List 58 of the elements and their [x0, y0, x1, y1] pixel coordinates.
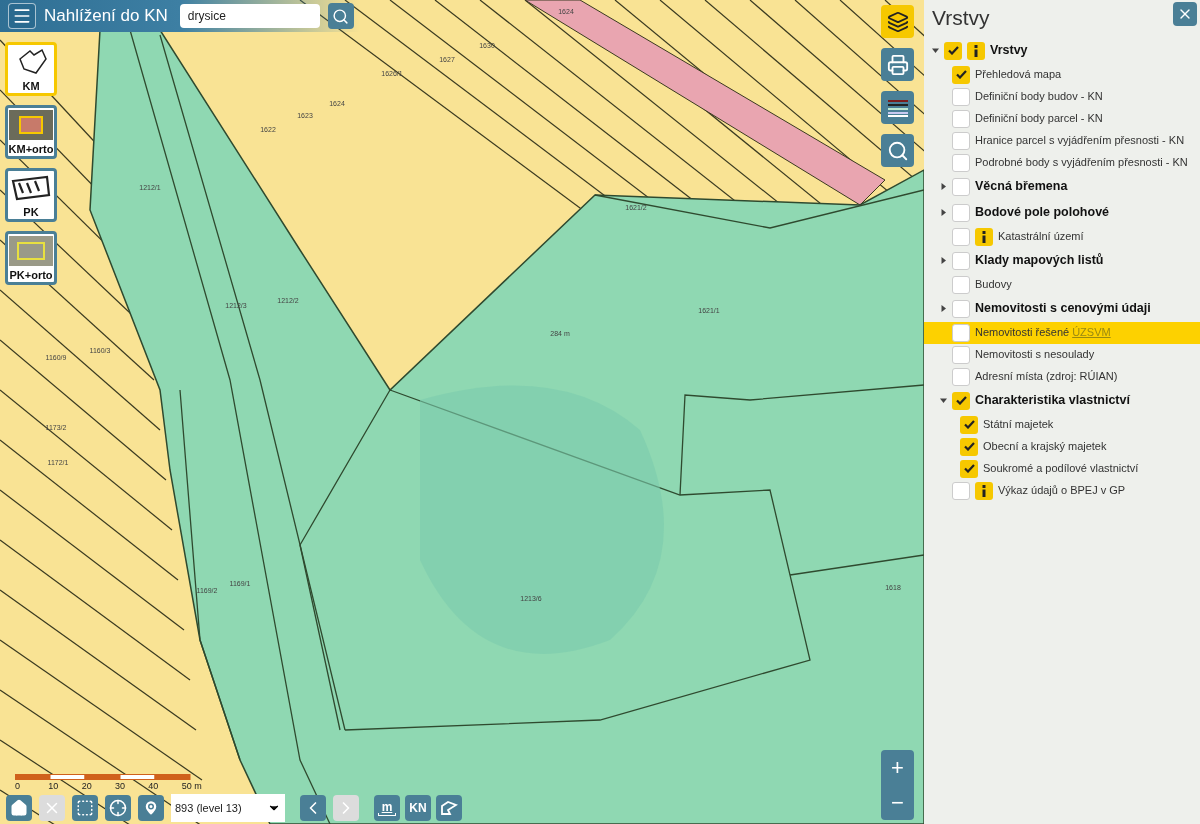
zoom-level-select[interactable]: 893 (level 13): [171, 794, 285, 822]
layer-label: Katastrální území: [998, 229, 1084, 245]
zoom-out-button[interactable]: −: [881, 785, 914, 820]
layer-label: Definiční body parcel - KN: [975, 111, 1103, 127]
layer-label: Soukromé a podílové vlastnictví: [983, 461, 1139, 477]
layer-label: Nemovitosti s cenovými údaji: [975, 300, 1151, 318]
layer-label: Charakteristika vlastnictví: [975, 392, 1130, 410]
basemap-tile[interactable]: KM+orto: [5, 105, 57, 159]
layer-label: Adresní místa (zdroj: RÚIAN): [975, 369, 1118, 385]
zoom-in-button[interactable]: +: [881, 750, 914, 785]
scale-label: 0: [15, 780, 21, 793]
layer-label: Nemovitosti řešené: [975, 325, 1070, 341]
scale-label: 10: [48, 780, 60, 793]
layer-row[interactable]: Bodové pole polohové: [924, 199, 1200, 226]
layer-label: Hranice parcel s vyjádřením přesnosti - KN: [975, 133, 1185, 149]
basemap-tile[interactable]: PK+orto: [5, 231, 57, 285]
layer-row[interactable]: Nemovitosti s nesoulady: [924, 343, 1200, 366]
layer-row[interactable]: Definiční body parcel - KN: [924, 107, 1200, 130]
layer-label: Budovy: [975, 277, 1012, 293]
layer-label: Státní majetek: [983, 417, 1054, 433]
layer-row[interactable]: Hranice parcel s vyjádřením přesnosti - KN: [924, 129, 1200, 152]
layer-row[interactable]: Charakteristika vlastnictví: [924, 387, 1200, 414]
measure-button[interactable]: m: [374, 795, 400, 821]
layer-row[interactable]: Státní majetek: [924, 413, 1200, 436]
layer-label: Podrobné body s vyjádřením přesnosti - KN: [975, 155, 1188, 171]
layer-label: Výkaz údajů o BPEJ v GP: [998, 483, 1126, 499]
layer-row[interactable]: Věcná břemena: [924, 173, 1200, 200]
layer-label: Bodové pole polohové: [975, 204, 1110, 222]
layer-row[interactable]: Nemovitosti s cenovými údaji: [924, 295, 1200, 322]
layer-label: Vrstvy: [990, 42, 1028, 60]
scale-label: 50 m: [181, 780, 203, 793]
layer-label: Definiční body budov - KN: [975, 89, 1103, 105]
basemap-tile[interactable]: PK: [5, 168, 57, 222]
basemap-tile[interactable]: KM: [5, 42, 57, 96]
search-field[interactable]: drysice: [179, 4, 320, 28]
layer-row[interactable]: Obecní a krajský majetek: [924, 435, 1200, 458]
layer-row[interactable]: Klady mapových listů: [924, 247, 1200, 274]
app-title: Nahlížení do KN: [44, 5, 168, 28]
scale-label: 30: [115, 780, 126, 793]
layer-label: Obecní a krajský majetek: [983, 439, 1107, 455]
scale-label: 40: [148, 780, 160, 793]
panel-title: Vrstvy: [932, 5, 990, 31]
layer-label: Přehledová mapa: [975, 67, 1062, 83]
layer-label: Věcná břemena: [975, 178, 1068, 196]
layer-row[interactable]: Vrstvy: [924, 37, 1200, 64]
kn-button[interactable]: KN: [405, 795, 431, 821]
layer-row[interactable]: Katastrální území: [924, 225, 1200, 248]
layer-row[interactable]: Adresní místa (zdroj: RÚIAN): [924, 365, 1200, 388]
layer-row[interactable]: Výkaz údajů o BPEJ v GP: [924, 479, 1200, 502]
layer-label: Nemovitosti s nesoulady: [975, 347, 1095, 363]
layer-row[interactable]: Definiční body budov - KN: [924, 85, 1200, 108]
layer-row[interactable]: Podrobné body s vyjádřením přesnosti - KN: [924, 151, 1200, 174]
layer-row[interactable]: Nemovitosti řešené ÚZSVM: [924, 321, 1200, 344]
layer-row[interactable]: Přehledová mapa: [924, 63, 1200, 86]
layer-label: Klady mapových listů: [975, 252, 1104, 270]
layer-row[interactable]: Budovy: [924, 273, 1200, 296]
scale-label: 20: [81, 780, 93, 793]
layer-row[interactable]: Soukromé a podílové vlastnictví: [924, 457, 1200, 480]
